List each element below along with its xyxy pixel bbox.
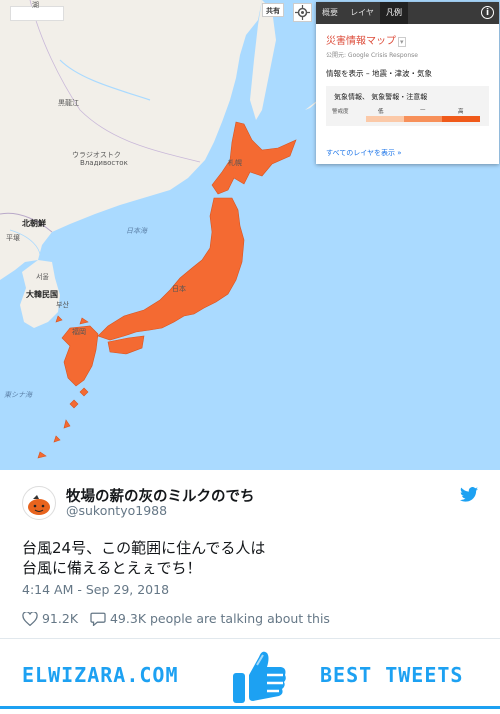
chevron-down-icon[interactable]: ▾ [398, 37, 406, 47]
like-count[interactable]: 91.2K [42, 611, 78, 626]
map-label-seoul: 서울 [36, 273, 49, 281]
share-button[interactable]: 共有 [262, 3, 284, 17]
info-icon[interactable]: i [481, 6, 494, 19]
crosshair-icon [295, 5, 310, 20]
tweet-text-line-1: 台風24号、この範囲に住んでる人は [22, 539, 266, 557]
avatar-image [28, 495, 50, 515]
twitter-bird-icon[interactable] [460, 487, 478, 502]
avatar[interactable] [22, 486, 56, 520]
heart-icon[interactable] [22, 610, 38, 626]
tweet-timestamp[interactable]: 4:14 AM - Sep 29, 2018 [22, 582, 169, 597]
scale-swatch-mid [404, 116, 442, 122]
legend-box: 気象情報、 気象警報・注意報 警戒度 低 — 高 [326, 86, 489, 126]
tab-overview[interactable]: 概要 [316, 2, 344, 24]
legend-title: 気象情報、 気象警報・注意報 [334, 93, 428, 101]
talking-count[interactable]: 49.3K people are talking about this [110, 611, 330, 626]
footer-best-tweets[interactable]: BEST TWEETS [320, 663, 463, 687]
map-label-vladivostok-ru: Владивосток [80, 159, 128, 167]
tweet-author-handle[interactable]: @sukontyo1988 [66, 503, 167, 518]
show-all-layers-link[interactable]: すべてのレイヤを表示 » [326, 148, 402, 158]
scale-mid-label: — [420, 107, 426, 113]
warning-level-label: 警戒度 [332, 109, 349, 115]
tweet-text-line-2: 台風に備えるとえぇでち！ [22, 559, 202, 577]
tab-legend[interactable]: 凡例 [380, 2, 408, 24]
comment-bubble-icon[interactable] [90, 612, 106, 627]
map-label-fukuoka: 福岡 [72, 328, 86, 336]
disaster-map[interactable]: 共有 黒龍江 湖 ウラジオストク Владивосток 北朝鮮 平壌 서울 大… [0, 0, 500, 470]
map-source: 公開元: Google Crisis Response [326, 52, 418, 59]
tweet-stats: 91.2K 49.3K people are talking about thi… [22, 610, 330, 627]
scale-low-label: 低 [378, 109, 384, 115]
map-label-heilongjiang: 黒龍江 [58, 99, 79, 107]
legend-panel: 概要 レイヤ 凡例 i 災害情報マップ ▾ 公開元: Google Crisis … [316, 2, 499, 164]
map-label-busan: 부산 [56, 301, 69, 309]
map-title-text: 災害情報マップ [326, 36, 396, 47]
map-label-east-china-sea: 東シナ海 [4, 391, 32, 399]
map-label-sapporo: 札幌 [228, 159, 242, 167]
map-label-sea-of-japan: 日本海 [126, 227, 147, 235]
tab-layers[interactable]: レイヤ [344, 2, 380, 24]
map-label-japan: 日本 [172, 285, 186, 293]
warning-scale-bar [366, 116, 481, 122]
map-label-north-korea: 北朝鮮 [22, 219, 46, 228]
panel-tab-bar: 概要 レイヤ 凡例 i [316, 2, 499, 24]
scale-high-label: 高 [458, 109, 464, 115]
display-info: 情報を表示 – 地震・津波・気象 [326, 69, 433, 78]
thumbs-up-icon [229, 645, 289, 707]
scale-swatch-high [442, 116, 480, 122]
footer-accent-line [0, 706, 500, 709]
map-title[interactable]: 災害情報マップ ▾ [326, 32, 406, 47]
map-label-lake: 湖 [32, 1, 39, 9]
footer-site-brand[interactable]: ELWIZARA.COM [22, 663, 179, 687]
my-location-button[interactable] [293, 3, 312, 22]
map-label-south-korea: 大韓民国 [26, 290, 58, 299]
scale-swatch-low [366, 116, 404, 122]
map-label-pyongyang: 平壌 [6, 234, 20, 242]
